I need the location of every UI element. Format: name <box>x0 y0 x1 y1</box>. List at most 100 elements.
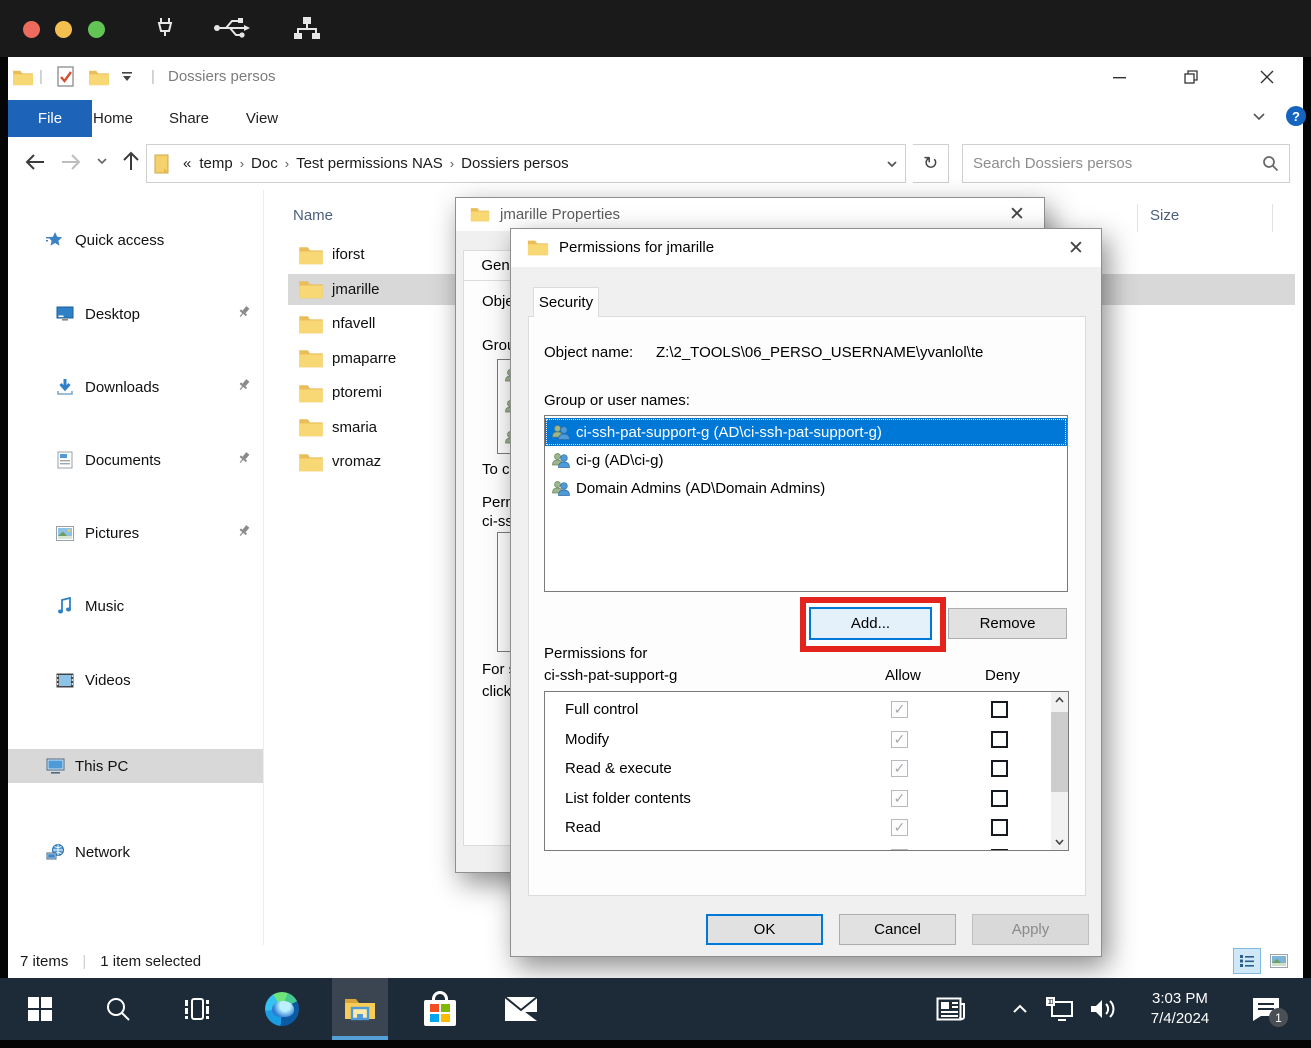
group-name: Domain Admins (AD\Domain Admins) <box>576 480 825 497</box>
folder-name: nfavell <box>332 315 375 332</box>
folder-name: vromaz <box>332 453 381 470</box>
deny-column-label: Deny <box>985 667 1020 684</box>
thumbnail-view-button[interactable] <box>1265 948 1293 974</box>
folder-name: jmarille <box>332 281 380 298</box>
deny-checkbox[interactable] <box>991 819 1008 836</box>
object-name-label: Object name: <box>544 344 633 361</box>
group-name: ci-ssh-pat-support-g (AD\ci-ssh-pat-supp… <box>576 424 882 441</box>
allow-checkbox[interactable]: ✓ <box>891 701 908 718</box>
screen: | | Dossiers persos File <box>0 0 1311 1048</box>
deny-checkbox[interactable] <box>991 731 1008 748</box>
allow-checkbox[interactable]: ✓ <box>891 731 908 748</box>
folder-icon <box>298 244 324 265</box>
taskbar: 3:03 PM 7/4/2024 1 <box>0 978 1311 1040</box>
folder-icon <box>298 347 324 368</box>
cancel-button[interactable]: Cancel <box>839 914 956 945</box>
scroll-up-icon[interactable] <box>1051 692 1068 708</box>
properties-folder-icon <box>470 205 490 223</box>
scrollbar-thumb[interactable] <box>1051 712 1068 792</box>
folder-icon <box>298 451 324 472</box>
allow-column-label: Allow <box>885 667 921 684</box>
news-widgets-icon[interactable] <box>925 978 977 1040</box>
properties-title: jmarille Properties <box>500 206 620 223</box>
allow-checkbox[interactable]: ✓ <box>891 760 908 777</box>
permissions-scrollbar[interactable] <box>1051 692 1068 850</box>
scroll-down-icon[interactable] <box>1051 834 1068 850</box>
allow-checkbox[interactable]: ✓ <box>891 790 908 807</box>
microsoft-store-icon[interactable] <box>412 978 468 1040</box>
folder-name: ptoremi <box>332 384 382 401</box>
permission-row: List folder contents ✓ <box>545 784 1068 814</box>
permission-row: Read & execute ✓ <box>545 754 1068 784</box>
start-button[interactable] <box>12 978 68 1040</box>
apply-button[interactable]: Apply <box>972 914 1089 945</box>
vm-toolbar <box>0 0 1311 57</box>
properties-close-icon[interactable]: ✕ <box>1004 201 1030 227</box>
usb-icon[interactable] <box>212 14 256 42</box>
network-tray-icon[interactable] <box>1040 978 1082 1040</box>
clock-date: 7/4/2024 <box>1151 1009 1209 1029</box>
permissions-titlebar: Permissions for jmarille ✕ <box>511 229 1101 267</box>
clock-time: 3:03 PM <box>1151 989 1209 1009</box>
network-hub-icon[interactable] <box>292 14 322 42</box>
status-divider: | <box>82 953 86 970</box>
group-list-item[interactable]: ci-ssh-pat-support-g (AD\ci-ssh-pat-supp… <box>545 418 1067 446</box>
deny-checkbox[interactable] <box>991 760 1008 777</box>
taskbar-search-icon[interactable] <box>90 978 146 1040</box>
permission-name: List folder contents <box>565 790 691 807</box>
folder-name: pmaparre <box>332 350 396 367</box>
permission-row: Full control✓ <box>545 695 1068 725</box>
selection-count: 1 item selected <box>100 953 201 970</box>
annotation-highlight-box <box>800 597 946 652</box>
folder-icon <box>298 382 324 403</box>
deny-checkbox[interactable] <box>991 849 1008 852</box>
group-list-item[interactable]: Domain Admins (AD\Domain Admins) <box>545 474 1067 502</box>
permissions-close-icon[interactable]: ✕ <box>1063 235 1089 261</box>
permissions-folder-icon <box>527 237 549 257</box>
details-view-button[interactable] <box>1233 948 1261 974</box>
volume-icon[interactable] <box>1082 978 1124 1040</box>
permissions-for-label-1: Permissions for <box>544 645 647 662</box>
file-explorer-taskbar-icon[interactable] <box>332 978 388 1040</box>
power-plug-icon[interactable] <box>151 14 179 42</box>
mail-icon[interactable] <box>493 978 549 1040</box>
folder-icon <box>298 313 324 334</box>
permission-row: Read ✓ <box>545 813 1068 843</box>
allow-checkbox[interactable] <box>891 849 908 852</box>
traffic-close-button[interactable] <box>23 21 40 38</box>
group-user-names-list[interactable]: ci-ssh-pat-support-g (AD\ci-ssh-pat-supp… <box>544 415 1068 592</box>
permission-name: Read <box>565 819 601 836</box>
permission-name: Read & execute <box>565 760 672 777</box>
object-name-value: Z:\2_TOOLS\06_PERSO_USERNAME\yvanlol\te <box>656 344 983 361</box>
ok-button[interactable]: OK <box>706 914 823 945</box>
folder-name: iforst <box>332 246 365 263</box>
tab-security[interactable]: Security <box>533 287 599 317</box>
permissions-dialog: Permissions for jmarille ✕ Security Obje… <box>510 228 1102 957</box>
deny-checkbox[interactable] <box>991 701 1008 718</box>
traffic-minimize-button[interactable] <box>55 21 72 38</box>
permissions-for-label-2: ci-ssh-pat-support-g <box>544 667 677 684</box>
action-center-icon[interactable]: 1 <box>1238 978 1294 1040</box>
folder-name: smaria <box>332 419 377 436</box>
permission-name: Modify <box>565 731 609 748</box>
group-list-item[interactable]: ci-g (AD\ci-g) <box>545 446 1067 474</box>
edge-icon[interactable] <box>254 978 310 1040</box>
traffic-zoom-button[interactable] <box>88 21 105 38</box>
group-icon <box>551 480 571 496</box>
remove-button[interactable]: Remove <box>948 608 1067 639</box>
task-view-icon[interactable] <box>169 978 225 1040</box>
active-app-indicator <box>332 1036 388 1040</box>
tray-expand-icon[interactable] <box>1000 978 1040 1040</box>
folder-icon <box>298 278 324 299</box>
permission-row: Modify ✓ <box>545 725 1068 755</box>
clock[interactable]: 3:03 PM 7/4/2024 <box>1124 978 1236 1040</box>
folder-icon <box>298 416 324 437</box>
deny-checkbox[interactable] <box>991 790 1008 807</box>
permission-row-partial <box>545 843 1068 852</box>
group-icon <box>551 452 571 468</box>
allow-checkbox[interactable]: ✓ <box>891 819 908 836</box>
properties-titlebar: jmarille Properties ✕ <box>456 198 1044 231</box>
permissions-list[interactable]: Full control✓Modify✓Read & execute✓List … <box>544 691 1069 851</box>
group-icon <box>551 424 571 440</box>
group-user-names-label: Group or user names: <box>544 392 690 409</box>
